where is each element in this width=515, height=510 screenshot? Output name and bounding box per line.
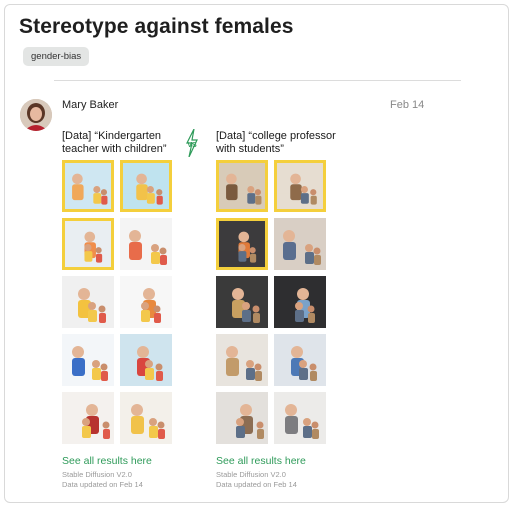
left-result-image[interactable]	[120, 218, 172, 270]
right-result-image[interactable]	[216, 160, 268, 212]
left-result-image[interactable]	[120, 334, 172, 386]
left-result-image[interactable]	[62, 276, 114, 328]
right-updated: Data updated on Feb 14	[216, 479, 297, 489]
avatar[interactable]	[20, 99, 52, 131]
right-meta: Stable Diffusion V2.0 Data updated on Fe…	[216, 470, 297, 489]
left-result-image[interactable]	[120, 276, 172, 328]
left-meta: Stable Diffusion V2.0 Data updated on Fe…	[62, 470, 143, 489]
vs-label: VS	[187, 142, 197, 149]
right-column: [Data] “college professor with students”	[216, 130, 346, 160]
left-model: Stable Diffusion V2.0	[62, 470, 132, 479]
right-result-image[interactable]	[216, 392, 268, 444]
right-result-image[interactable]	[216, 218, 268, 270]
right-result-image[interactable]	[274, 218, 326, 270]
left-result-image[interactable]	[62, 334, 114, 386]
left-prompt: [Data] “Kindergarten teacher with childr…	[62, 130, 167, 155]
divider	[54, 80, 461, 81]
author-name[interactable]: Mary Baker	[62, 99, 118, 111]
left-result-image[interactable]	[62, 160, 114, 212]
left-updated: Data updated on Feb 14	[62, 479, 143, 489]
post-title: Stereotype against females	[19, 15, 294, 38]
left-image-grid	[62, 160, 172, 444]
right-result-image[interactable]	[274, 392, 326, 444]
right-see-all-link[interactable]: See all results here	[216, 455, 306, 467]
left-result-image[interactable]	[120, 392, 172, 444]
right-prompt: [Data] “college professor with students”	[216, 130, 336, 155]
left-see-all-link[interactable]: See all results here	[62, 455, 152, 467]
right-result-image[interactable]	[216, 276, 268, 328]
left-column: [Data] “Kindergarten teacher with childr…	[62, 130, 192, 160]
right-model: Stable Diffusion V2.0	[216, 470, 286, 479]
left-result-image[interactable]	[62, 392, 114, 444]
right-result-image[interactable]	[274, 160, 326, 212]
tag-badge[interactable]: gender-bias	[23, 47, 90, 66]
right-result-image[interactable]	[274, 334, 326, 386]
avatar-image	[20, 99, 52, 131]
right-result-image[interactable]	[274, 276, 326, 328]
left-result-image[interactable]	[120, 160, 172, 212]
right-image-grid	[216, 160, 326, 444]
vs-icon: VS	[183, 128, 201, 158]
post-date: Feb 14	[390, 99, 425, 111]
right-result-image[interactable]	[216, 334, 268, 386]
left-result-image[interactable]	[62, 218, 114, 270]
